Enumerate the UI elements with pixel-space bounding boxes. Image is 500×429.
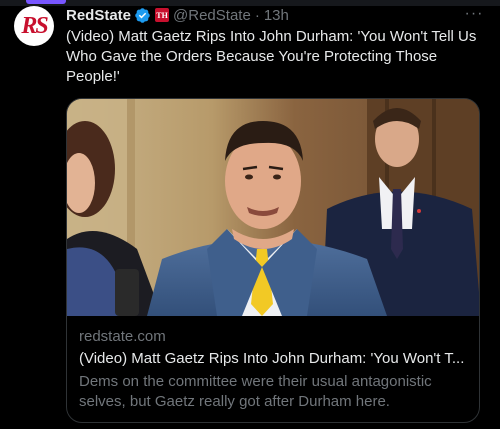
photo-matt-gaetz-at-hearing[interactable] bbox=[67, 99, 479, 316]
tweet[interactable]: RS RedState TH @RedState · 13h ··· (Vide… bbox=[0, 0, 500, 429]
affiliate-badge[interactable]: TH bbox=[155, 8, 170, 22]
link-card[interactable]: redstate.com (Video) Matt Gaetz Rips Int… bbox=[66, 98, 480, 423]
redstate-logo-avatar: RS bbox=[21, 12, 48, 39]
card-domain[interactable]: redstate.com bbox=[79, 328, 166, 345]
card-title[interactable]: (Video) Matt Gaetz Rips Into John Durham… bbox=[79, 350, 471, 367]
verified-badge-icon[interactable] bbox=[134, 7, 151, 24]
avatar[interactable]: RS bbox=[14, 6, 54, 46]
author-handle[interactable]: @RedState bbox=[173, 7, 251, 24]
separator-dot: · bbox=[254, 6, 260, 24]
author-name[interactable]: RedState bbox=[66, 7, 131, 24]
timestamp[interactable]: 13h bbox=[264, 7, 289, 24]
card-description[interactable]: Dems on the committee were their usual a… bbox=[79, 372, 471, 412]
tweet-text: (Video) Matt Gaetz Rips Into John Durham… bbox=[66, 28, 477, 85]
tweet-header: RedState TH @RedState · 13h bbox=[66, 5, 289, 25]
more-options-icon[interactable]: ··· bbox=[464, 5, 484, 22]
